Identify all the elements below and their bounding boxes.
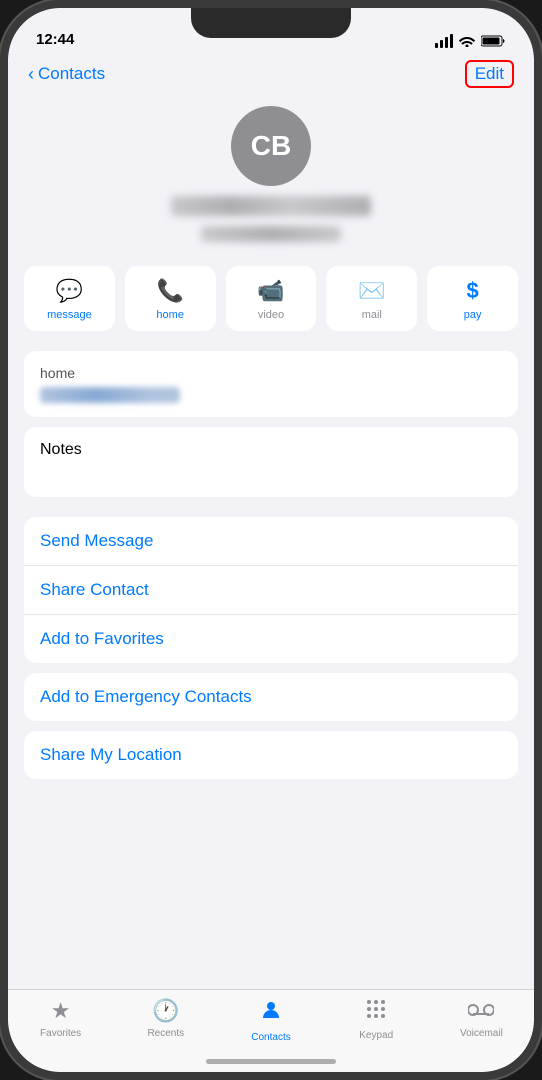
phone-icon: 📞	[156, 278, 183, 304]
message-label: message	[47, 309, 92, 321]
signal-icon	[435, 34, 453, 48]
favorites-icon: ★	[51, 998, 71, 1024]
message-icon: 💬	[56, 278, 83, 304]
action-list-3: Share My Location	[24, 731, 518, 779]
home-info-section: home	[24, 351, 518, 417]
contact-subtitle-blurred	[201, 226, 341, 242]
status-time: 12:44	[36, 31, 74, 48]
notes-label: Notes	[40, 441, 502, 459]
send-message-button[interactable]: Send Message	[24, 517, 518, 566]
avatar: CB	[231, 106, 311, 186]
action-list-2: Add to Emergency Contacts	[24, 673, 518, 721]
phone-frame: 12:44	[0, 0, 542, 1080]
back-button[interactable]: ‹ Contacts	[28, 64, 105, 85]
scroll-content[interactable]: ‹ Contacts Edit CB 💬 mes	[8, 52, 534, 989]
video-button[interactable]: 📹 video	[226, 266, 317, 331]
pay-label: pay	[464, 309, 482, 321]
action-list-1: Send Message Share Contact Add to Favori…	[24, 517, 518, 663]
action-buttons-row: 💬 message 📞 home 📹 video ✉️ mail $	[8, 258, 534, 331]
phone-number-blurred	[40, 387, 180, 403]
wifi-icon	[459, 35, 475, 47]
contact-header: CB	[8, 96, 534, 258]
keypad-icon	[365, 998, 387, 1026]
back-label: Contacts	[38, 64, 105, 84]
video-icon: 📹	[257, 278, 284, 304]
contacts-icon	[259, 998, 283, 1028]
favorites-label: Favorites	[40, 1028, 81, 1039]
avatar-initials: CB	[251, 130, 291, 162]
mail-icon: ✉️	[358, 278, 385, 304]
home-info-label: home	[40, 365, 502, 381]
edit-button[interactable]: Edit	[465, 60, 514, 88]
battery-icon	[481, 35, 506, 47]
notes-section: Notes	[24, 427, 518, 497]
tab-favorites[interactable]: ★ Favorites	[8, 998, 113, 1039]
emergency-contacts-button[interactable]: Add to Emergency Contacts	[24, 673, 518, 721]
voicemail-label: Voicemail	[460, 1028, 503, 1039]
share-location-button[interactable]: Share My Location	[24, 731, 518, 779]
tab-keypad[interactable]: Keypad	[324, 998, 429, 1041]
status-icons	[435, 34, 506, 48]
keypad-label: Keypad	[359, 1030, 393, 1041]
pay-button[interactable]: $ pay	[427, 266, 518, 331]
home-call-label: home	[156, 309, 184, 321]
tab-contacts[interactable]: Contacts	[218, 998, 323, 1043]
voicemail-icon	[468, 998, 494, 1024]
add-favorites-button[interactable]: Add to Favorites	[24, 615, 518, 663]
tab-recents[interactable]: 🕐 Recents	[113, 998, 218, 1039]
chevron-left-icon: ‹	[28, 64, 34, 85]
home-call-button[interactable]: 📞 home	[125, 266, 216, 331]
pay-icon: $	[466, 278, 478, 304]
phone-screen: 12:44	[8, 8, 534, 1072]
contact-name-blurred	[171, 196, 371, 216]
nav-bar: ‹ Contacts Edit	[8, 52, 534, 96]
edit-label: Edit	[475, 64, 504, 83]
mail-label: mail	[362, 309, 382, 321]
contacts-label: Contacts	[251, 1032, 290, 1043]
tab-voicemail[interactable]: Voicemail	[429, 998, 534, 1039]
message-button[interactable]: 💬 message	[24, 266, 115, 331]
home-indicator	[206, 1059, 336, 1064]
share-contact-button[interactable]: Share Contact	[24, 566, 518, 615]
notch	[191, 8, 351, 38]
video-label: video	[258, 309, 284, 321]
recents-icon: 🕐	[152, 998, 179, 1024]
mail-button[interactable]: ✉️ mail	[326, 266, 417, 331]
recents-label: Recents	[147, 1028, 184, 1039]
